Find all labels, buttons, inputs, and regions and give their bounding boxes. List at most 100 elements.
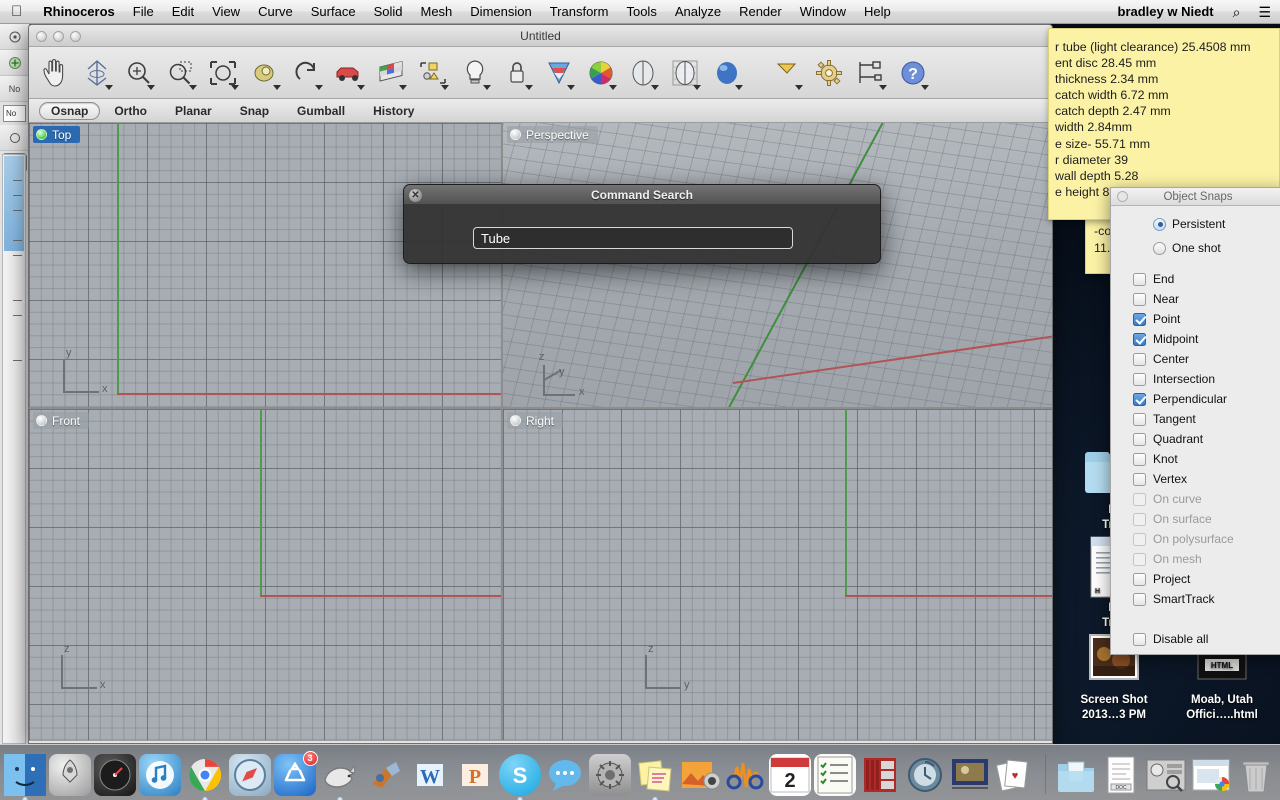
shaded-display-tool[interactable] xyxy=(623,51,663,95)
chevron-down-icon[interactable] xyxy=(921,84,929,90)
snap-smarttrack[interactable]: SmartTrack xyxy=(1133,589,1280,609)
checkbox-icon[interactable] xyxy=(1133,632,1146,646)
lock-tool[interactable] xyxy=(497,51,537,95)
tab-gumball[interactable]: Gumball xyxy=(283,99,359,123)
radio-persistent[interactable]: Persistent xyxy=(1111,212,1280,236)
chevron-down-icon[interactable] xyxy=(147,84,155,90)
rendered-display-tool[interactable] xyxy=(707,51,747,95)
chevron-down-icon[interactable] xyxy=(735,84,743,90)
menubar-user-name[interactable]: bradley w Niedt xyxy=(1108,4,1224,19)
gumball-move-tool[interactable] xyxy=(77,51,117,95)
dock-keynote[interactable] xyxy=(949,754,991,796)
snap-intersection[interactable]: Intersection xyxy=(1133,369,1280,389)
menu-edit[interactable]: Edit xyxy=(163,0,203,24)
dock-photobooth[interactable] xyxy=(859,754,901,796)
chevron-down-icon[interactable] xyxy=(231,84,239,90)
menu-solid[interactable]: Solid xyxy=(365,0,412,24)
menu-analyze[interactable]: Analyze xyxy=(666,0,730,24)
dock-launchpad[interactable] xyxy=(48,754,91,796)
viewport-top[interactable]: y x Top xyxy=(29,123,501,407)
command-search-input[interactable] xyxy=(473,227,793,249)
zoom-window-tool[interactable] xyxy=(161,51,201,95)
help-tool[interactable]: ? xyxy=(893,51,933,95)
options-gear-tool[interactable] xyxy=(809,51,849,95)
snap-point[interactable]: Point xyxy=(1133,309,1280,329)
chevron-down-icon[interactable] xyxy=(879,84,887,90)
bg-tool-field[interactable]: No xyxy=(3,105,26,122)
menu-window[interactable]: Window xyxy=(791,0,855,24)
chevron-down-icon[interactable] xyxy=(483,84,491,90)
checkbox-icon[interactable] xyxy=(1133,372,1146,386)
menu-transform[interactable]: Transform xyxy=(541,0,618,24)
tab-snap[interactable]: Snap xyxy=(226,99,283,123)
object-snaps-titlebar[interactable]: Object Snaps xyxy=(1111,188,1280,206)
background-app-panel[interactable]: No No xyxy=(0,24,30,744)
viewport-front[interactable]: z x Front xyxy=(29,409,501,740)
zoom-extents-tool[interactable] xyxy=(203,51,243,95)
object-properties-tool[interactable] xyxy=(413,51,453,95)
checkbox-icon[interactable] xyxy=(1133,592,1146,606)
dock-reminders[interactable] xyxy=(813,754,856,796)
chevron-down-icon[interactable] xyxy=(399,84,407,90)
dock-calendar[interactable]: 2 xyxy=(768,754,811,796)
main-toolbar[interactable]: ? xyxy=(29,47,1052,99)
rhinoceros-window[interactable]: Untitled ? Osnap Ortho Planar Snap Gumba… xyxy=(28,24,1053,744)
dock-skype[interactable]: S xyxy=(498,754,541,800)
viewport-label-right[interactable]: Right xyxy=(507,412,564,429)
dock-stickies[interactable] xyxy=(634,754,676,800)
menu-app-name[interactable]: Rhinoceros xyxy=(34,0,124,24)
viewport-perspective[interactable]: z y x Perspective xyxy=(503,123,1052,407)
menu-bar[interactable]:  Rhinoceros File Edit View Curve Surfac… xyxy=(0,0,1280,24)
pan-tool[interactable] xyxy=(35,51,75,95)
dock-messages[interactable] xyxy=(544,754,586,796)
checkbox-icon[interactable] xyxy=(1133,392,1146,406)
command-search-titlebar[interactable]: ✕ Command Search xyxy=(404,185,880,205)
rotate-view-tool[interactable] xyxy=(287,51,327,95)
snap-knot[interactable]: Knot xyxy=(1133,449,1280,469)
snap-quadrant[interactable]: Quadrant xyxy=(1133,429,1280,449)
spotlight-search-icon[interactable]: ⌕ xyxy=(1224,5,1250,19)
layers-tool[interactable] xyxy=(371,51,411,95)
dock-system-preferences[interactable] xyxy=(588,754,631,796)
dock-downloads-stack[interactable] xyxy=(1190,754,1232,796)
dock-utilities-folder[interactable] xyxy=(1145,754,1187,796)
dock[interactable]: 3 W P S 2 ♥ DOC xyxy=(0,744,1280,800)
checkbox-icon[interactable] xyxy=(1133,332,1146,346)
apple-logo-icon[interactable]:  xyxy=(0,4,34,19)
menu-file[interactable]: File xyxy=(124,0,163,24)
chevron-down-icon[interactable] xyxy=(567,84,575,90)
viewport-right[interactable]: z y Right xyxy=(503,409,1052,740)
dock-sketch-tool[interactable] xyxy=(364,754,406,796)
snap-vertex[interactable]: Vertex xyxy=(1133,469,1280,489)
ghosted-display-tool[interactable] xyxy=(665,51,705,95)
chevron-down-icon[interactable] xyxy=(273,84,281,90)
radio-icon[interactable] xyxy=(1153,241,1166,255)
dock-itunes[interactable] xyxy=(138,754,181,796)
light-bulb-tool[interactable] xyxy=(455,51,495,95)
chevron-down-icon[interactable] xyxy=(795,84,803,90)
menu-dimension[interactable]: Dimension xyxy=(461,0,540,24)
chevron-down-icon[interactable] xyxy=(315,84,323,90)
checkbox-icon[interactable] xyxy=(1133,292,1146,306)
dock-chrome[interactable] xyxy=(184,754,226,800)
snap-center[interactable]: Center xyxy=(1133,349,1280,369)
checkbox-icon[interactable] xyxy=(1133,432,1146,446)
dock-cards[interactable]: ♥ xyxy=(994,754,1036,796)
menu-view[interactable]: View xyxy=(203,0,249,24)
menu-surface[interactable]: Surface xyxy=(302,0,365,24)
zoom-selected-tool[interactable] xyxy=(245,51,285,95)
dock-iphoto[interactable] xyxy=(679,754,721,796)
select-filter-tool[interactable] xyxy=(767,51,807,95)
dock-audacity[interactable] xyxy=(724,754,766,796)
radio-icon[interactable] xyxy=(1153,217,1166,231)
chevron-down-icon[interactable] xyxy=(105,84,113,90)
dock-rhinoceros[interactable] xyxy=(319,754,361,800)
checkbox-icon[interactable] xyxy=(1133,572,1146,586)
close-icon[interactable] xyxy=(1117,191,1128,202)
menu-curve[interactable]: Curve xyxy=(249,0,302,24)
checkbox-icon[interactable] xyxy=(1133,452,1146,466)
zoom-tool[interactable] xyxy=(119,51,159,95)
menu-mesh[interactable]: Mesh xyxy=(412,0,462,24)
dock-powerpoint[interactable]: P xyxy=(454,754,496,796)
tab-planar[interactable]: Planar xyxy=(161,99,226,123)
